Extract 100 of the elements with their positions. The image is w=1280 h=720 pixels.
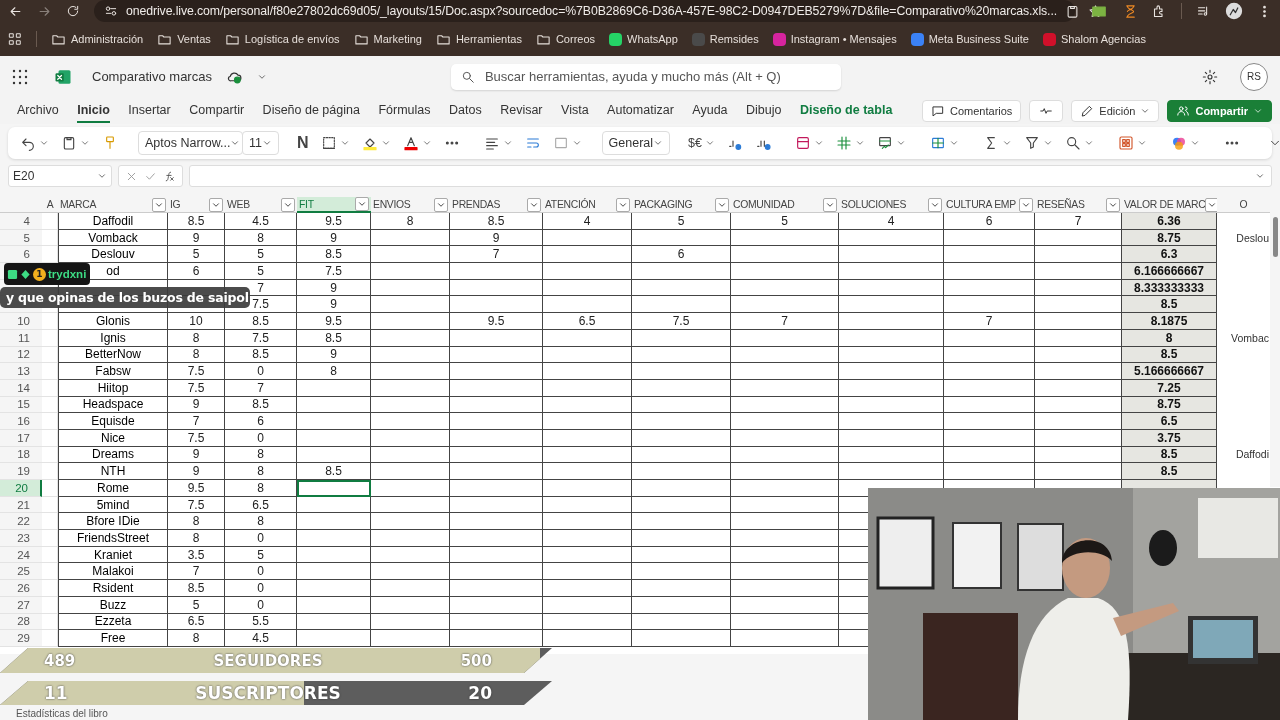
table-cell: 5 [632, 213, 731, 230]
table-cell: 7.5 [168, 379, 225, 397]
table-cell: 7.5 [168, 496, 225, 514]
table-cell: Kraniet [58, 546, 168, 564]
table-cell: 8 [168, 346, 225, 364]
table-cell: 0 [225, 580, 297, 597]
table-cell: 9 [168, 446, 225, 464]
table-cell: 6 [168, 263, 225, 280]
row-number: 19 [17, 465, 30, 478]
table-cell: 7 [168, 563, 225, 581]
row-number: 21 [17, 498, 30, 511]
table-cell: 8.5 [1122, 463, 1217, 480]
column-label: IG [170, 199, 181, 210]
table-cell: 4.5 [225, 630, 297, 647]
goal-target: 20 [468, 683, 492, 703]
row-number: 29 [17, 632, 30, 645]
table-cell: 8.5 [1122, 296, 1217, 314]
table-cell: Malakoi [58, 563, 168, 581]
table-cell: Ezzeta [58, 613, 168, 631]
table-cell: 8.5 [225, 346, 297, 364]
table-cell: 5 [225, 246, 297, 264]
table-cell: 6.36 [1122, 213, 1217, 230]
table-cell: 7 [450, 246, 543, 264]
table-cell: NTH [58, 463, 168, 480]
table-cell: 7 [168, 413, 225, 430]
column-label: COMUNIDAD [733, 199, 795, 210]
table-cell: 5mind [58, 496, 168, 514]
table-cell: 7 [731, 313, 839, 330]
table-cell: 0 [225, 530, 297, 547]
table-cell: 5 [225, 263, 297, 280]
table-cell: 9 [168, 396, 225, 414]
table-cell: 9 [168, 463, 225, 480]
table-cell: 9.5 [297, 313, 371, 330]
table-cell: 8 [168, 513, 225, 531]
table-cell: 8.5 [450, 213, 543, 230]
table-cell: 0 [225, 596, 297, 614]
table-cell: 9.5 [450, 313, 543, 330]
table-cell: 3.5 [168, 546, 225, 564]
table-cell: Equisde [58, 413, 168, 430]
table-cell: 9 [297, 229, 371, 247]
table-cell: Nice [58, 429, 168, 447]
row-number: 10 [17, 314, 30, 327]
table-cell: 8 [168, 530, 225, 547]
column-label: ENVIOS [373, 199, 411, 210]
table-cell: 9 [450, 229, 543, 247]
table-cell: Bfore IDie [58, 513, 168, 531]
table-cell: 7 [225, 379, 297, 397]
row-number: 27 [17, 598, 30, 611]
column-label: PRENDAS [452, 199, 501, 210]
table-cell: 7.5 [168, 429, 225, 447]
table-cell: 8 [225, 513, 297, 531]
row-number: 4 [23, 214, 30, 227]
url-text: onedrive.live.com/personal/f80e27802dc69d05/_layouts/15/Doc.aspx?sourcedoc=%7B0B2869C6-D36A-457E-98C2-D0947DEB5279%7D&file=Comparativo%20marcas.xls... [126, 4, 1058, 18]
table-cell: 8 [168, 329, 225, 347]
table-cell: 7.5 [632, 313, 731, 330]
status-text: Estadísticas del libro [16, 708, 108, 719]
table-cell: 8.1875 [1122, 313, 1217, 330]
table-cell: 8 [371, 213, 450, 230]
table-cell: 9.5 [168, 480, 225, 497]
table-cell: Glonis [58, 313, 168, 330]
table-cell: 5 [168, 246, 225, 264]
table-cell: 6 [944, 213, 1035, 230]
table-cell: FriendsStreet [58, 530, 168, 547]
row-number: 16 [17, 415, 30, 428]
table-cell: Rome [58, 480, 168, 497]
column-label: FIT [299, 198, 314, 210]
row-number: 20 [15, 481, 28, 494]
table-cell: 8 [225, 480, 297, 497]
table-cell: 6.166666667 [1122, 263, 1217, 280]
chat-message-toast: y que opinas de los buzos de saipol [0, 287, 250, 308]
column-label: A [46, 199, 54, 210]
column-label: ATENCIÓN [545, 199, 596, 210]
table-cell: 8 [225, 463, 297, 480]
table-cell: Dreams [58, 446, 168, 464]
row-number: 23 [17, 531, 30, 544]
row-number: 11 [18, 331, 30, 344]
table-cell: Vomback [58, 229, 168, 247]
row-number: 17 [17, 431, 30, 444]
table-cell: 8 [168, 630, 225, 647]
goal-current: 11 [44, 683, 68, 703]
table-cell: 6.5 [168, 613, 225, 631]
table-cell: 7.5 [225, 329, 297, 347]
table-cell: 0 [225, 429, 297, 447]
table-cell: 5.166666667 [1122, 363, 1217, 380]
table-cell: 9 [168, 229, 225, 247]
column-label: CULTURA EMP [946, 199, 1016, 210]
table-cell: 4.5 [225, 213, 297, 230]
row-number: 25 [17, 565, 30, 578]
table-cell: Rsident [58, 580, 168, 597]
row-number: 15 [17, 398, 30, 411]
row-number: 14 [17, 381, 30, 394]
table-cell: 5 [731, 213, 839, 230]
table-cell: 5.5 [225, 613, 297, 631]
table-cell: Free [58, 630, 168, 647]
row-number: 5 [23, 231, 30, 244]
table-cell: 6.5 [543, 313, 632, 330]
column-label: SOLUCIONES [841, 199, 907, 210]
table-cell: 5 [168, 596, 225, 614]
table-cell: 9 [297, 279, 371, 297]
table-cell: 8.5 [297, 463, 371, 480]
